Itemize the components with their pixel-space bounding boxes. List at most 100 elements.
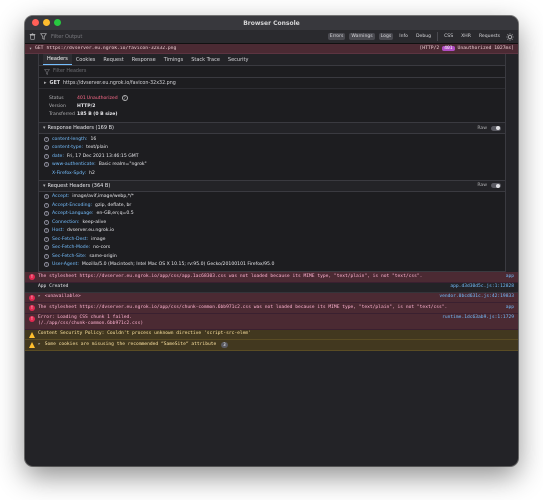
toolbar-separator [437, 32, 439, 41]
message-text: The stylesheet https://dvserver.eu.ngrok… [38, 304, 448, 310]
logs-filter-button[interactable]: Logs [378, 33, 394, 40]
errors-filter-button[interactable]: Errors [327, 33, 346, 40]
response-headers-list: ? content-length: 16 ? content-type: text/pl… [39, 134, 505, 181]
raw-label: Raw [477, 125, 487, 131]
header-row: ? content-length: 16 [39, 135, 505, 144]
error-icon: ! [29, 294, 35, 301]
raw-toggle[interactable] [491, 183, 501, 188]
info-filter-button[interactable]: Info [397, 33, 410, 40]
message-source-link[interactable]: app.d3d30d5c.js:1:12828 [450, 284, 514, 290]
response-headers-title: Response Headers (169 B) [47, 125, 114, 131]
request-headers-list: ? Accept: image/avif,image/webp,*/* ? Accep… [39, 192, 505, 272]
help-icon[interactable]: ? [44, 145, 49, 151]
network-request-row[interactable]: ▾ GET https://dvserver.eu.ngrok.io/favic… [25, 44, 518, 54]
tab-timings[interactable]: Timings [160, 54, 188, 65]
request-status-text: Unauthorized 1027ms] [457, 46, 514, 51]
help-icon[interactable]: ? [44, 162, 49, 168]
raw-label: Raw [477, 183, 487, 188]
tab-request[interactable]: Request [99, 54, 127, 65]
collapse-caret-icon[interactable]: ▾ [29, 46, 32, 52]
css-filter-button[interactable]: CSS [442, 33, 455, 40]
header-name: Sec-Fetch-Site: [52, 253, 87, 259]
message-text: <unavailable> [44, 294, 81, 299]
close-window-button[interactable] [32, 19, 39, 26]
header-name: date: [52, 153, 64, 159]
header-value: image/avif,image/webp,*/* [72, 194, 134, 200]
expand-caret-icon[interactable]: ▸ [38, 342, 41, 348]
tab-stack-trace[interactable]: Stack Trace [187, 54, 224, 65]
help-icon[interactable]: ? [44, 228, 49, 234]
minimize-window-button[interactable] [43, 19, 50, 26]
status-code: 401 [77, 95, 86, 101]
tab-cookies[interactable]: Cookies [72, 54, 100, 65]
gear-icon[interactable] [506, 32, 514, 41]
header-value: keep-alive [82, 219, 107, 225]
filter-output-input[interactable]: Filter Output [51, 34, 324, 40]
request-headers-title: Request Headers (364 B) [47, 182, 111, 189]
message-source-link[interactable]: app [506, 305, 514, 311]
error-icon: ! [29, 315, 35, 322]
trash-icon[interactable] [29, 33, 36, 40]
message-text: Error: Loading CSS chunk 1 failed. (/./a… [38, 315, 144, 326]
header-row: ? www-authenticate: Basic realm="ngrok" [39, 161, 505, 170]
status-text: Unauthorized [86, 95, 118, 101]
message-text: App Created [38, 284, 69, 289]
expand-caret-icon[interactable]: ▸ [44, 80, 47, 86]
tab-response[interactable]: Response [128, 54, 160, 65]
help-icon[interactable]: ? [121, 95, 128, 101]
window-title: Browser Console [243, 19, 300, 27]
header-name: Accept-Encoding: [52, 202, 93, 208]
header-name: content-type: [52, 145, 84, 151]
status-badge: 401 [442, 46, 455, 51]
header-name: Host: [52, 228, 65, 234]
header-row: ? Accept-Encoding: gzip, deflate, br [39, 201, 505, 210]
help-icon[interactable]: ? [44, 245, 49, 251]
tab-headers[interactable]: Headers [43, 54, 72, 65]
help-icon[interactable]: ? [44, 211, 49, 217]
window-controls [32, 19, 61, 26]
console-message-warning: Content Security Policy: Couldn't proces… [25, 329, 518, 340]
header-name: Sec-Fetch-Dest: [52, 236, 89, 242]
debug-filter-button[interactable]: Debug [414, 33, 433, 40]
console-message-log: App Created app.d3d30d5c.js:1:12828 [25, 282, 518, 293]
message-source-link[interactable]: runtime.1dc63ab9.js:1:1729 [442, 315, 514, 321]
message-source-link[interactable]: vendor.0bcd631c.js:42:19833 [439, 294, 514, 300]
summary-status-row: Status 401 Unauthorized ? [39, 94, 505, 102]
expand-caret-icon[interactable]: ▸ [38, 294, 41, 300]
help-icon[interactable]: ? [44, 194, 49, 200]
header-value: same-origin [89, 253, 117, 259]
header-value: gzip, deflate, br [95, 202, 132, 208]
xhr-filter-button[interactable]: XHR [459, 33, 473, 40]
filter-headers-input[interactable]: Filter Headers [53, 69, 86, 74]
help-icon[interactable]: ? [44, 236, 49, 242]
help-icon[interactable]: ? [44, 262, 49, 268]
help-icon[interactable]: ? [44, 136, 49, 142]
tab-security[interactable]: Security [224, 54, 253, 65]
maximize-window-button[interactable] [54, 19, 61, 26]
header-row: ? Sec-Fetch-Dest: image [39, 235, 505, 244]
filter-headers-field[interactable]: Filter Headers [39, 66, 505, 78]
warnings-filter-button[interactable]: Warnings [349, 33, 375, 40]
header-value: h2 [89, 170, 95, 176]
response-headers-section-header[interactable]: ▾ Response Headers (169 B) Raw [39, 123, 505, 134]
console-message-error: ! The stylesheet https://dvserver.eu.ngr… [25, 303, 518, 314]
request-url[interactable]: https://dvserver.eu.ngrok.io/favicon-32x… [46, 46, 416, 51]
collapse-caret-icon[interactable]: ▾ [43, 183, 46, 189]
collapse-caret-icon[interactable]: ▾ [43, 125, 46, 131]
help-icon[interactable]: ? [44, 253, 49, 259]
requests-filter-button[interactable]: Requests [477, 33, 502, 40]
message-source-link[interactable]: app [506, 274, 514, 280]
raw-toggle[interactable] [491, 125, 501, 131]
request-details-panel: Headers Cookies Request Response Timings… [38, 54, 506, 272]
header-row: ? Sec-Fetch-Mode: no-cors [39, 244, 505, 253]
transferred-value: 185 B (0 B size) [77, 111, 118, 117]
title-bar: Browser Console [25, 16, 518, 30]
request-line-method: GET [49, 80, 61, 86]
console-message-error: ! The stylesheet https://dvserver.eu.ngr… [25, 272, 518, 283]
help-icon[interactable]: ? [44, 219, 49, 225]
summary-version-row: Version HTTP/2 [39, 102, 505, 110]
help-icon[interactable]: ? [44, 153, 49, 159]
request-headers-section-header[interactable]: ▾ Request Headers (364 B) Raw [39, 180, 505, 192]
transferred-label: Transferred [49, 111, 75, 117]
help-icon[interactable]: ? [44, 202, 49, 208]
